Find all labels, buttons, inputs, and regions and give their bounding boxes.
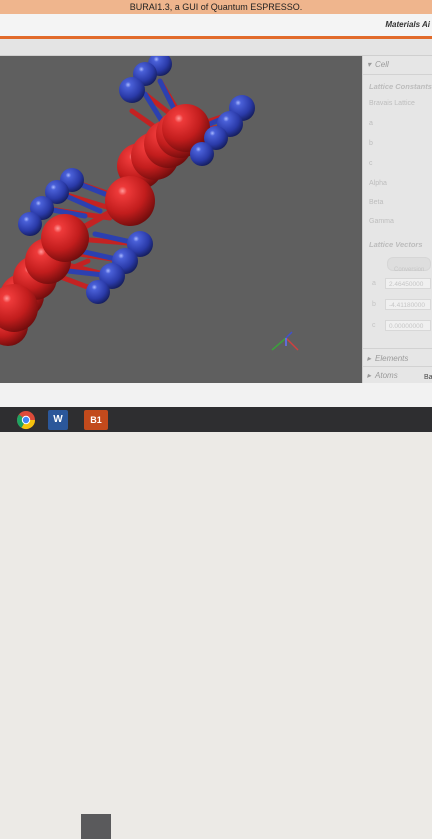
vector-a-field[interactable]: 2.46450000	[385, 278, 431, 289]
back-button[interactable]: Ba	[424, 374, 432, 386]
bottom-bar	[0, 383, 432, 407]
brand-label: Materials Ai	[385, 20, 430, 29]
vector-c-label: c	[372, 322, 376, 329]
side-panel: ▾ Cell Lattice Constants Bravais Lattice …	[362, 56, 432, 383]
vector-a-label: a	[372, 280, 376, 287]
taskbar-word[interactable]: W	[48, 410, 68, 430]
toolbar	[0, 39, 432, 56]
menu-bar: Materials Ai	[0, 14, 432, 36]
crystal-structure-render[interactable]	[0, 56, 362, 383]
conversion-button[interactable]: Conversion	[387, 257, 431, 273]
vector-b-label: b	[372, 301, 376, 308]
word-icon: W	[53, 414, 63, 425]
atoms-section-header[interactable]: ▸ Atoms	[367, 371, 398, 380]
taskbar-burai[interactable]: B1	[84, 410, 108, 430]
window-title: BURAI1.3, a GUI of Quantum ESPRESSO.	[129, 2, 303, 12]
vector-c-field[interactable]: 0.00000000	[385, 320, 431, 331]
axis-gizmo-icon	[271, 331, 299, 351]
c-label: c	[369, 160, 373, 167]
b-label: b	[369, 140, 373, 147]
taskbar: W B1	[0, 407, 432, 839]
beta-label: Beta	[369, 199, 384, 206]
elements-section-header[interactable]: ▸ Elements	[367, 354, 408, 363]
panel-divider	[363, 348, 432, 349]
lattice-constants-header: Lattice Constants	[369, 82, 432, 91]
panel-divider	[363, 366, 432, 367]
chrome-icon	[16, 411, 35, 430]
panel-divider	[363, 74, 432, 75]
chevron-right-icon: ▸	[367, 371, 372, 380]
window-title-bar: BURAI1.3, a GUI of Quantum ESPRESSO.	[0, 0, 432, 14]
alpha-label: Alpha	[369, 180, 387, 187]
vector-b-field[interactable]: -4.41180000	[385, 299, 431, 310]
lattice-vectors-header: Lattice Vectors	[369, 240, 423, 249]
chevron-down-icon: ▾	[367, 60, 372, 69]
taskbar-burai-highlight	[81, 814, 111, 839]
chevron-right-icon: ▸	[367, 354, 372, 363]
gamma-label: Gamma	[369, 218, 394, 225]
structure-viewer[interactable]	[0, 56, 362, 383]
cell-section-header[interactable]: ▾ Cell	[367, 60, 389, 69]
a-label: a	[369, 120, 373, 127]
taskbar-chrome[interactable]	[16, 410, 36, 430]
bravais-label: Bravais Lattice	[369, 100, 415, 107]
